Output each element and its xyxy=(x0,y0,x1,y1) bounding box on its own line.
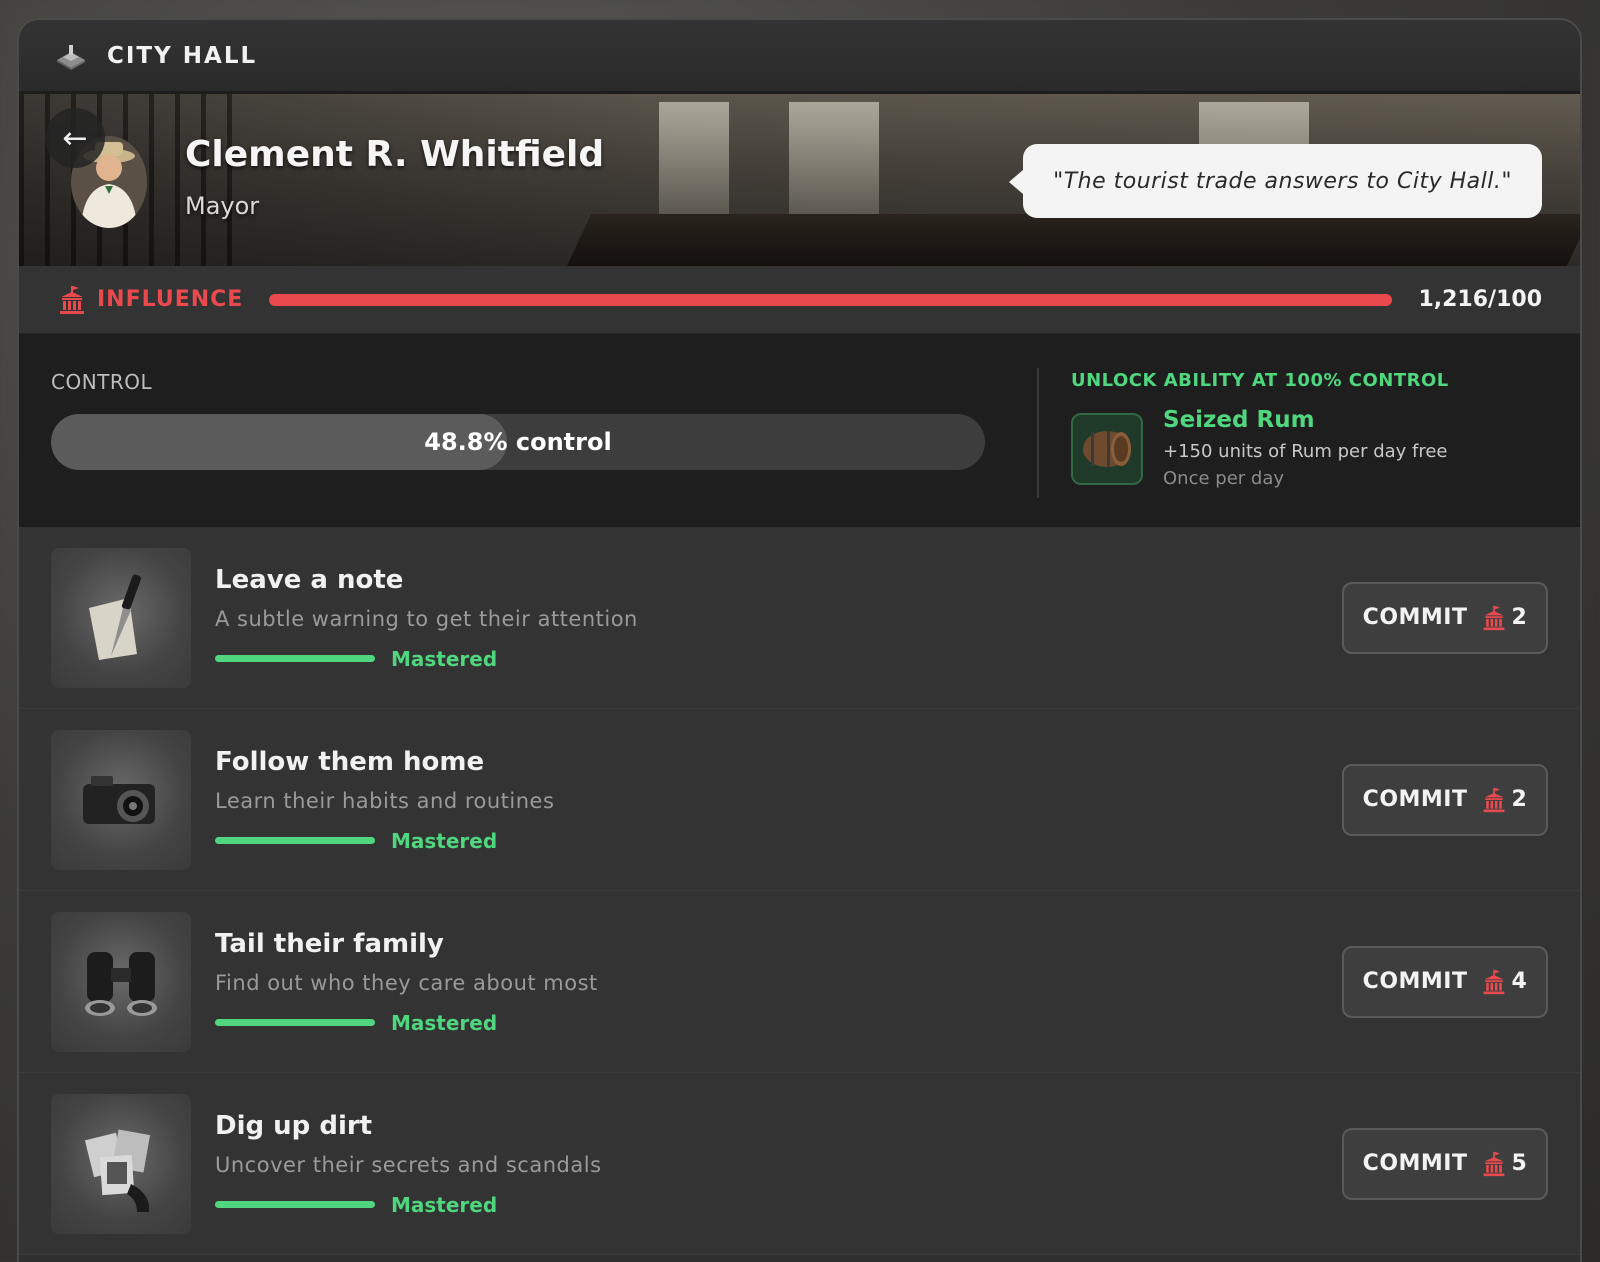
commit-cost: 2 xyxy=(1511,787,1528,812)
mastery-progress xyxy=(215,655,375,662)
action-name: Leave a note xyxy=(215,564,404,595)
back-arrow-icon: ← xyxy=(62,120,88,156)
mastery-status: Mastered xyxy=(391,1192,498,1217)
action-list: Leave a note A subtle warning to get the… xyxy=(19,527,1580,1255)
commit-button[interactable]: COMMIT 5 xyxy=(1342,1127,1548,1200)
commit-button[interactable]: COMMIT 2 xyxy=(1342,763,1548,836)
mastery-progress-fill xyxy=(215,837,375,844)
divider xyxy=(1037,368,1039,498)
action-name: Dig up dirt xyxy=(215,1110,373,1141)
control-panel: CONTROL 48.8% control UNLOCK ABILITY AT … xyxy=(19,334,1580,527)
mastery-row: Mastered xyxy=(215,1193,1342,1217)
influence-progress-fill xyxy=(269,293,1393,306)
camera-icon xyxy=(51,729,191,870)
commit-label: COMMIT xyxy=(1362,969,1468,994)
mastery-progress xyxy=(215,1019,375,1026)
commit-cost: 2 xyxy=(1511,605,1528,630)
commit-label: COMMIT xyxy=(1362,787,1468,812)
control-label: CONTROL xyxy=(51,370,153,394)
mastery-progress-fill xyxy=(215,1019,375,1026)
influence-bar-row: INFLUENCE 1,216/100 xyxy=(19,266,1580,334)
character-quote: "The tourist trade answers to City Hall.… xyxy=(1009,144,1542,218)
window-title: CITY HALL xyxy=(107,42,258,69)
capitol-icon xyxy=(1483,1151,1504,1176)
commit-label: COMMIT xyxy=(1362,605,1468,630)
mastery-status: Mastered xyxy=(391,646,498,671)
action-description: Learn their habits and routines xyxy=(215,788,555,813)
commit-label: COMMIT xyxy=(1362,1151,1468,1176)
commit-button[interactable]: COMMIT 4 xyxy=(1342,945,1548,1018)
desk-decoration xyxy=(566,214,1580,266)
rum-barrel-icon xyxy=(1071,413,1143,485)
photos-icon xyxy=(51,1093,191,1234)
capitol-icon xyxy=(1483,605,1504,630)
unlock-ability-title: UNLOCK ABILITY AT 100% CONTROL xyxy=(1071,370,1449,391)
ability-frequency: Once per day xyxy=(1163,468,1284,489)
character-header: ← Clement R. Whitfield Mayor "The touris… xyxy=(19,94,1580,266)
binoculars-icon xyxy=(51,911,191,1052)
mastery-progress-fill xyxy=(215,655,375,662)
control-progress-text: 48.8% control xyxy=(424,428,612,456)
mastery-row: Mastered xyxy=(215,829,1342,853)
capitol-icon xyxy=(1483,787,1504,812)
mastery-progress-fill xyxy=(215,1201,375,1208)
commit-cost: 5 xyxy=(1511,1151,1528,1176)
action-name: Tail their family xyxy=(215,928,444,959)
commit-button[interactable]: COMMIT 2 xyxy=(1342,581,1548,654)
capitol-icon xyxy=(1483,969,1504,994)
commit-cost: 4 xyxy=(1511,969,1528,994)
ability-name: Seized Rum xyxy=(1163,407,1315,433)
mastery-status: Mastered xyxy=(391,1010,498,1035)
unlock-ability-section: UNLOCK ABILITY AT 100% CONTROL Seized Ru… xyxy=(1071,370,1551,489)
influence-label: INFLUENCE xyxy=(97,287,244,312)
list-item: Leave a note A subtle warning to get the… xyxy=(19,527,1580,709)
city-hall-window: CITY HALL ← Clement R. Whitfield Mayor "… xyxy=(17,18,1582,1262)
control-progress: 48.8% control xyxy=(51,414,985,470)
influence-value: 1,216/100 xyxy=(1418,287,1542,312)
city-hall-icon xyxy=(57,44,85,70)
mastery-progress xyxy=(215,1201,375,1208)
character-name: Clement R. Whitfield xyxy=(185,134,605,175)
capitol-icon xyxy=(60,285,84,314)
mastery-row: Mastered xyxy=(215,1011,1342,1035)
action-name: Follow them home xyxy=(215,746,485,777)
action-description: A subtle warning to get their attention xyxy=(215,606,638,631)
action-description: Uncover their secrets and scandals xyxy=(215,1152,602,1177)
list-item: Dig up dirt Uncover their secrets and sc… xyxy=(19,1073,1580,1255)
mastery-progress xyxy=(215,837,375,844)
action-description: Find out who they care about most xyxy=(215,970,598,995)
mastery-status: Mastered xyxy=(391,828,498,853)
influence-progress xyxy=(269,293,1393,306)
list-item: Tail their family Find out who they care… xyxy=(19,891,1580,1073)
list-item: Follow them home Learn their habits and … xyxy=(19,709,1580,891)
mastery-row: Mastered xyxy=(215,647,1342,671)
title-bar: CITY HALL xyxy=(19,20,1580,94)
back-button[interactable]: ← xyxy=(45,108,105,168)
ability-description: +150 units of Rum per day free xyxy=(1163,441,1448,462)
ability-card[interactable]: Seized Rum +150 units of Rum per day fre… xyxy=(1071,407,1551,489)
knife-note-icon xyxy=(51,547,191,688)
character-role: Mayor xyxy=(185,192,260,220)
control-section: CONTROL 48.8% control xyxy=(19,334,1017,527)
